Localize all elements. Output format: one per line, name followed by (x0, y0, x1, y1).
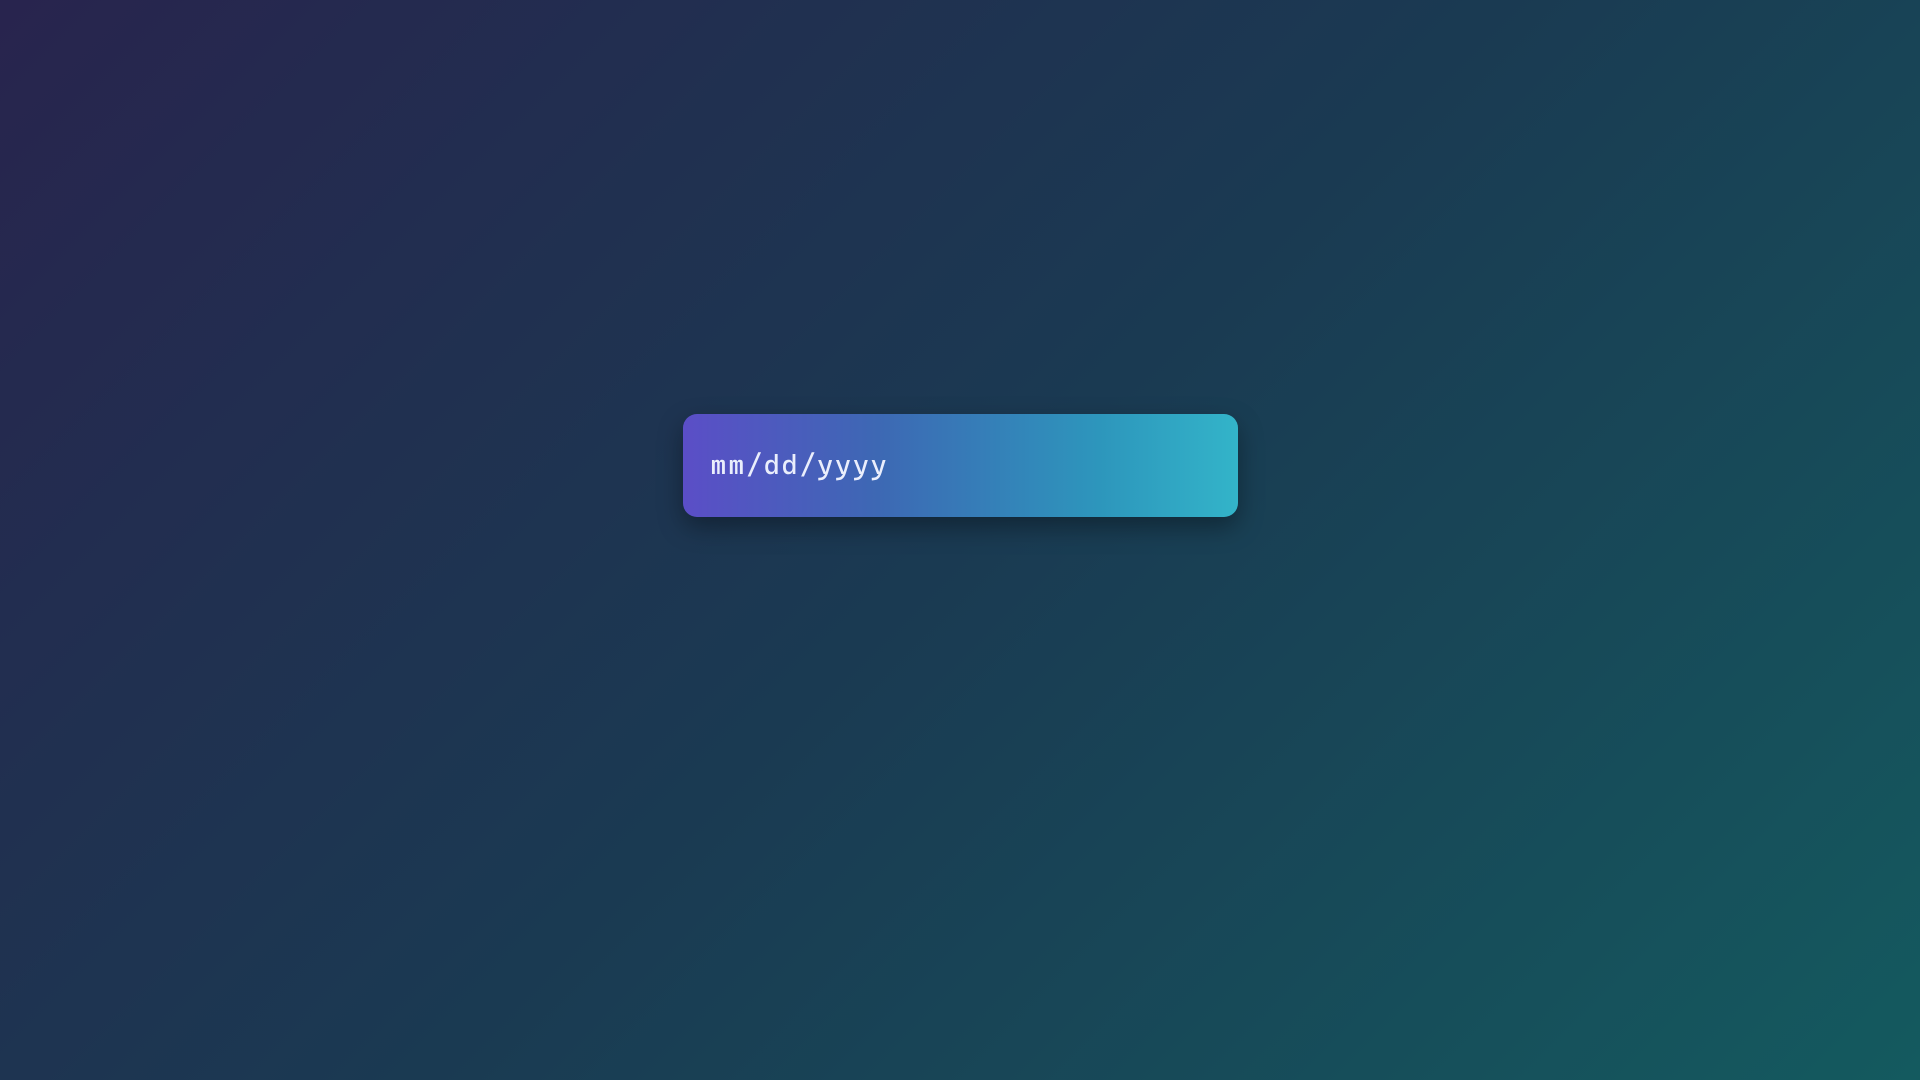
date-input-container (683, 414, 1238, 517)
date-input[interactable] (683, 414, 1238, 517)
